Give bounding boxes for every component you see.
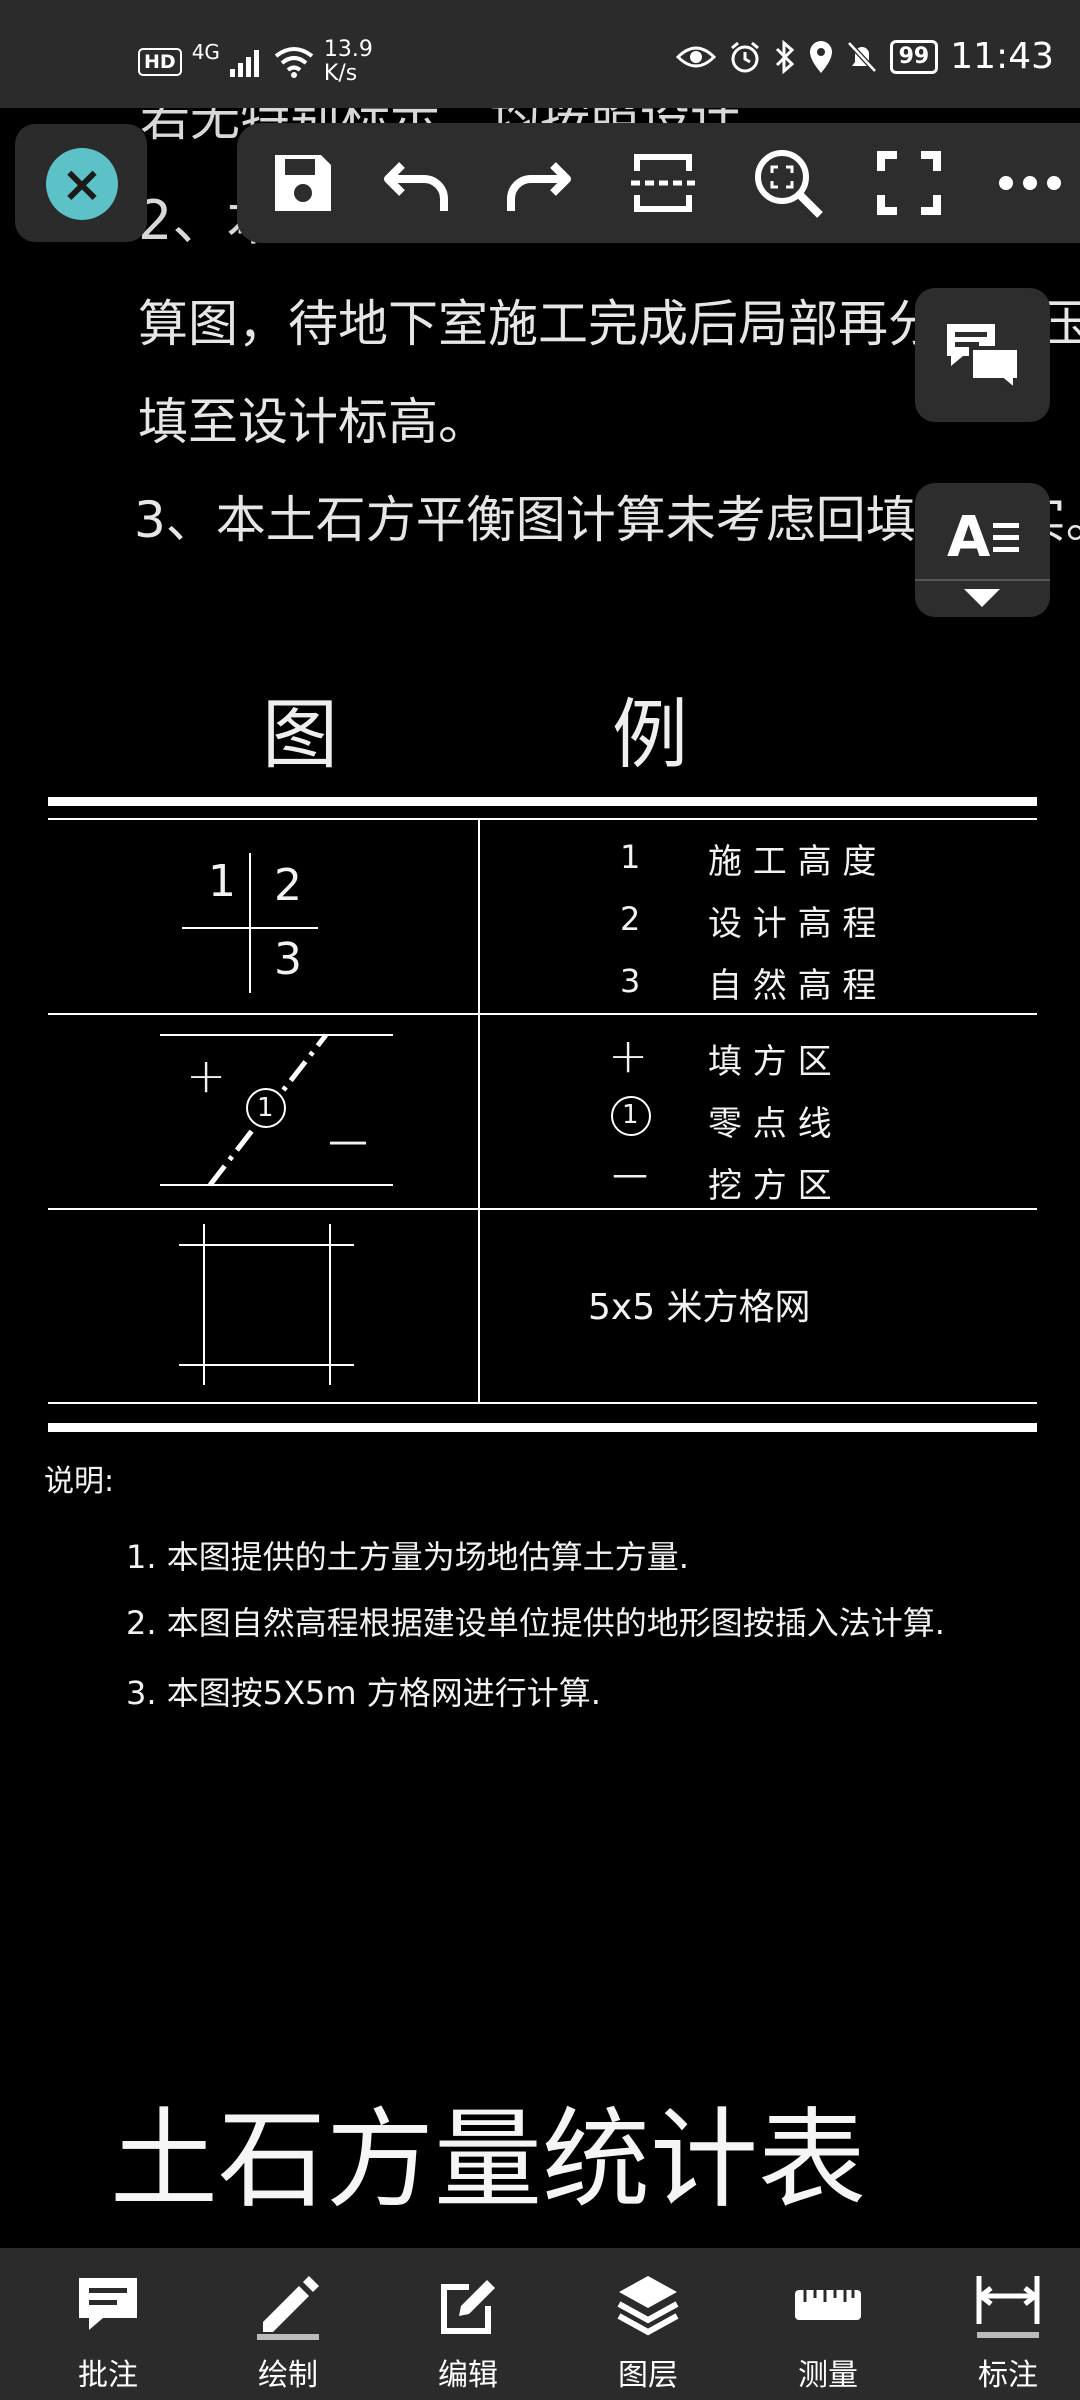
zero-line-number: 1 (257, 1093, 274, 1123)
comment-icon (947, 324, 1021, 390)
nav-edit[interactable]: 编辑 (398, 2248, 538, 2400)
nav-label: 绘制 (258, 2358, 318, 2393)
legend-item-text: 挖 方 区 (708, 1166, 832, 1206)
close-button[interactable]: × (15, 124, 147, 242)
nav-label: 编辑 (438, 2358, 498, 2393)
undo-icon[interactable] (380, 145, 456, 221)
ruler-icon (795, 2290, 861, 2320)
layers-icon (617, 2276, 679, 2336)
symbol-construction-height: 1 (208, 856, 236, 907)
text-size-label: A (947, 505, 991, 570)
nav-label: 标注 (978, 2358, 1038, 2393)
zoom-fit-icon[interactable] (750, 145, 826, 221)
location-icon (809, 40, 832, 73)
status-right: 99 11:43 (675, 36, 1054, 77)
comment-panel-button[interactable] (915, 288, 1050, 422)
nav-dimension[interactable]: 标注 (938, 2248, 1078, 2400)
redo-icon[interactable] (499, 145, 575, 221)
top-toolbar (237, 123, 1080, 243)
pencil-icon (257, 2276, 319, 2340)
fullscreen-icon[interactable] (871, 145, 947, 221)
lines-icon (993, 523, 1019, 552)
nav-layers[interactable]: 图层 (578, 2248, 718, 2400)
symbol-design-elevation: 2 (274, 860, 302, 911)
eye-icon (675, 46, 716, 67)
symbol-natural-elevation: 3 (274, 934, 302, 985)
hd-badge: HD (138, 48, 182, 76)
note-item: 2. 本图自然高程根据建设单位提供的地形图按插入法计算. (126, 1604, 945, 1642)
status-left: HD 4G 13.9 K/s (138, 38, 373, 86)
mute-bell-icon (846, 40, 877, 73)
bluetooth-icon (775, 39, 794, 74)
grid-size-label: 5x5 米方格网 (588, 1287, 811, 1328)
legend-item-text: 填 方 区 (708, 1042, 832, 1082)
cut-symbol: — (328, 1118, 368, 1164)
bottom-nav: 批注 绘制 编辑 图层 测量 标注 (0, 2248, 1080, 2400)
legend-item-num: 2 (620, 900, 641, 938)
legend-item-sym: 1 (622, 1100, 639, 1130)
speed-value: 13.9 (323, 37, 373, 62)
legend-item-text: 零 点 线 (708, 1104, 832, 1144)
legend-item-sym: + (608, 1028, 649, 1084)
nav-label: 批注 (78, 2358, 138, 2393)
legend-item-text: 设 计 高 程 (708, 904, 877, 944)
chevron-down-icon[interactable] (964, 589, 1000, 609)
drawing-canvas[interactable]: 若无特别标示，均按照设计。 2、本 算图，待地下室施工完成后局部再分层碾压 填至… (0, 108, 1080, 2248)
divider (915, 579, 1050, 581)
wifi-icon (274, 47, 314, 78)
save-icon[interactable] (265, 145, 341, 221)
dimension-icon (976, 2276, 1040, 2338)
notes-label: 说明: (44, 1464, 115, 1499)
legend-item-text: 施 工 高 度 (708, 842, 877, 882)
section-icon[interactable] (625, 145, 701, 221)
note-item: 1. 本图提供的土方量为场地估算土方量. (126, 1538, 689, 1576)
nav-label: 图层 (618, 2358, 678, 2393)
nav-measure[interactable]: 测量 (758, 2248, 898, 2400)
status-bar: HD 4G 13.9 K/s 99 11:43 (0, 0, 1080, 108)
close-icon: × (46, 148, 118, 220)
legend-item-num: 3 (620, 962, 641, 1000)
battery-level: 99 (889, 39, 939, 74)
edit-icon (441, 2280, 495, 2334)
alarm-icon (730, 41, 759, 72)
nav-draw[interactable]: 绘制 (218, 2248, 358, 2400)
drawing-title: 土石方量统计表 (110, 2098, 867, 2223)
speed-unit: K/s (323, 61, 358, 86)
note-item: 3. 本图按5X5m 方格网进行计算. (126, 1674, 601, 1712)
clock: 11:43 (950, 36, 1054, 77)
text-size-button[interactable]: A (915, 483, 1050, 617)
legend-item-text: 自 然 高 程 (708, 966, 877, 1006)
network-speed: 13.9 K/s (324, 38, 373, 86)
legend-item-sym: — (612, 1154, 648, 1195)
nav-label: 测量 (798, 2358, 858, 2393)
fill-symbol: + (186, 1048, 227, 1104)
legend-item-num: 1 (620, 838, 641, 876)
annotate-icon (79, 2278, 137, 2330)
more-icon[interactable] (992, 145, 1068, 221)
nav-annotate[interactable]: 批注 (38, 2248, 178, 2400)
network-type: 4G (191, 40, 220, 64)
signal-icon (229, 50, 259, 77)
